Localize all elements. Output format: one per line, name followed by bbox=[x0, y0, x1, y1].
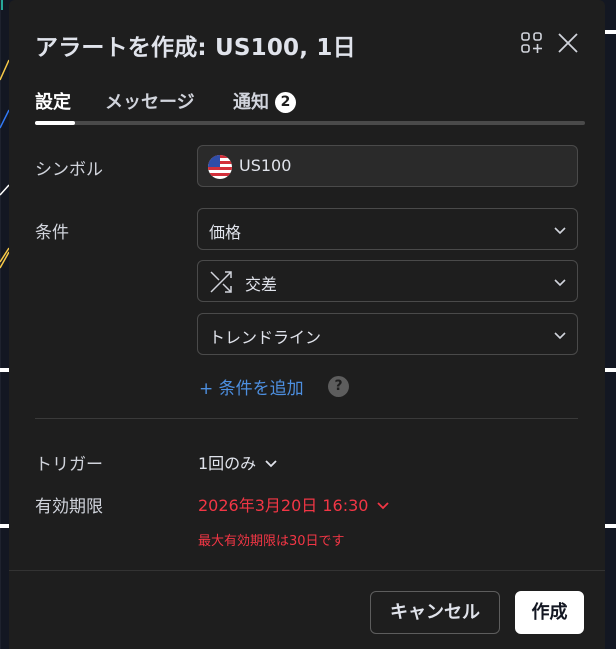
expiry-select[interactable]: 2026年3月20日 16:30 bbox=[198, 492, 390, 516]
trigger-value: 1回のみ bbox=[198, 454, 257, 473]
expiry-label: 有効期限 bbox=[35, 497, 103, 517]
add-widget-icon[interactable] bbox=[519, 30, 545, 56]
expiry-value: 2026年3月20日 16:30 bbox=[198, 496, 369, 515]
condition-label: 条件 bbox=[35, 223, 69, 243]
symbol-field[interactable]: US100 bbox=[197, 145, 578, 187]
divider bbox=[35, 418, 578, 419]
us-flag-icon bbox=[208, 155, 232, 179]
footer-divider bbox=[9, 570, 605, 571]
condition-target-select[interactable]: トレンドライン bbox=[197, 313, 578, 355]
trigger-label: トリガー bbox=[35, 455, 103, 475]
condition-operator-select[interactable]: 交差 bbox=[197, 260, 578, 302]
cancel-button[interactable]: キャンセル bbox=[370, 591, 500, 634]
notification-count-badge: 2 bbox=[275, 92, 296, 113]
tab-active-indicator bbox=[35, 121, 75, 125]
close-icon[interactable] bbox=[555, 30, 581, 56]
condition-source-value: 価格 bbox=[209, 223, 242, 242]
expiry-warning: 最大有効期限は30日です bbox=[198, 534, 345, 549]
condition-target-value: トレンドライン bbox=[209, 328, 322, 347]
chevron-down-icon bbox=[377, 502, 390, 510]
tab-message[interactable]: メッセージ bbox=[105, 88, 195, 114]
condition-operator-value: 交差 bbox=[245, 275, 278, 294]
dialog-header: アラートを作成: US100, 1日 bbox=[35, 28, 585, 61]
symbol-label: シンボル bbox=[35, 160, 103, 180]
tab-settings[interactable]: 設定 bbox=[35, 88, 71, 114]
crossing-icon bbox=[210, 271, 232, 293]
add-condition-button[interactable]: + 条件を追加 bbox=[199, 374, 304, 399]
dialog-title: アラートを作成: US100, 1日 bbox=[35, 35, 356, 61]
tab-track bbox=[35, 121, 585, 125]
trigger-select[interactable]: 1回のみ bbox=[198, 450, 278, 474]
tab-notifications[interactable]: 通知 2 bbox=[233, 88, 296, 114]
symbol-value: US100 bbox=[239, 156, 292, 175]
chevron-down-icon bbox=[265, 460, 277, 468]
create-button[interactable]: 作成 bbox=[515, 591, 584, 634]
chevron-down-icon bbox=[554, 332, 566, 340]
create-alert-dialog: アラートを作成: US100, 1日 設定 メッセージ 通知 2 シンボル US… bbox=[9, 0, 605, 649]
condition-source-select[interactable]: 価格 bbox=[197, 208, 578, 250]
chevron-down-icon bbox=[554, 279, 566, 287]
chevron-down-icon bbox=[554, 227, 566, 235]
help-icon[interactable]: ? bbox=[328, 376, 349, 397]
